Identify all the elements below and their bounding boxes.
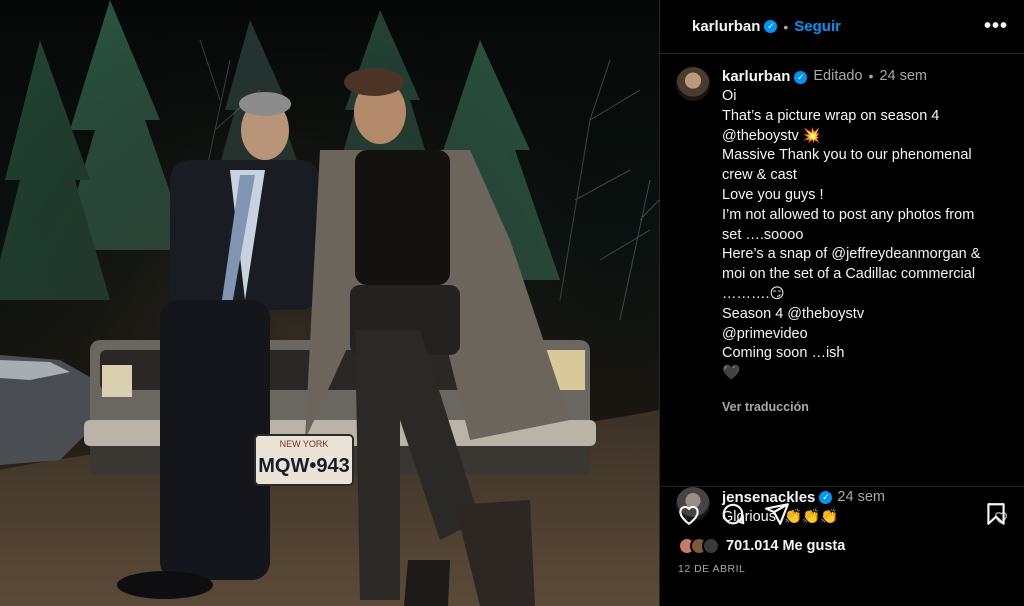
- edited-label: Editado: [813, 68, 863, 85]
- bookmark-icon[interactable]: [983, 501, 1009, 527]
- caption-line: ……….😏: [722, 285, 785, 302]
- caption-time[interactable]: 24 sem: [879, 67, 927, 87]
- caption-area: karlurban ✓ Editado • 24 sem Oi That’s a…: [660, 55, 1024, 525]
- caption-line: moi on the set of a Cadillac commercial: [722, 266, 976, 283]
- caption-line: @primevideo: [722, 325, 808, 342]
- caption: karlurban ✓ Editado • 24 sem Oi That’s a…: [722, 67, 1009, 418]
- likes-count[interactable]: 701.014 Me gusta: [726, 538, 845, 554]
- caption-line: That’s a picture wrap on season 4: [722, 107, 940, 124]
- caption-line: Coming soon …ish: [722, 345, 845, 362]
- post-date[interactable]: 12 DE ABRIL: [678, 563, 745, 575]
- separator-dot: •: [783, 18, 789, 35]
- separator-dot: •: [868, 68, 874, 85]
- caption-line: Massive Thank you to our phenomenal: [722, 147, 972, 164]
- liker-avatar: [702, 537, 720, 555]
- share-icon[interactable]: [764, 501, 790, 527]
- translate-link[interactable]: Ver traducción: [722, 398, 1009, 418]
- post-header: karlurban ✓ • Seguir •••: [660, 0, 1024, 54]
- caption-line: Love you guys !: [722, 186, 824, 203]
- plate-number: MQW•943: [258, 455, 349, 477]
- more-icon[interactable]: •••: [984, 15, 1008, 38]
- plate-state: NEW YORK: [280, 439, 329, 449]
- photo-scene: NEW YORK MQW•943: [0, 0, 659, 606]
- likes-row[interactable]: 701.014 Me gusta: [678, 537, 845, 555]
- caption-line: @theboystv 💥: [722, 127, 821, 144]
- heart-icon[interactable]: [676, 501, 702, 527]
- verified-icon: ✓: [794, 70, 808, 84]
- post-panel: karlurban ✓ • Seguir ••• karlurban ✓ Edi…: [659, 0, 1024, 606]
- author-avatar[interactable]: [676, 67, 710, 101]
- verified-icon: ✓: [764, 20, 778, 33]
- header-username[interactable]: karlurban: [692, 18, 760, 35]
- caption-line: 🖤: [722, 365, 741, 382]
- caption-line: Here’s a snap of @jeffreydeanmorgan &: [722, 246, 981, 263]
- actions-bar: 701.014 Me gusta 12 DE ABRIL: [660, 486, 1024, 606]
- post-photo[interactable]: NEW YORK MQW•943: [0, 0, 659, 606]
- caption-line: Oi: [722, 88, 737, 104]
- caption-line: crew & cast: [722, 167, 797, 184]
- follow-button[interactable]: Seguir: [794, 18, 841, 35]
- comment-icon[interactable]: [720, 501, 746, 527]
- caption-line: I’m not allowed to post any photos from: [722, 206, 975, 223]
- caption-username[interactable]: karlurban: [722, 67, 790, 87]
- caption-line: Season 4 @theboystv: [722, 305, 865, 322]
- caption-line: set ….soooo: [722, 226, 804, 243]
